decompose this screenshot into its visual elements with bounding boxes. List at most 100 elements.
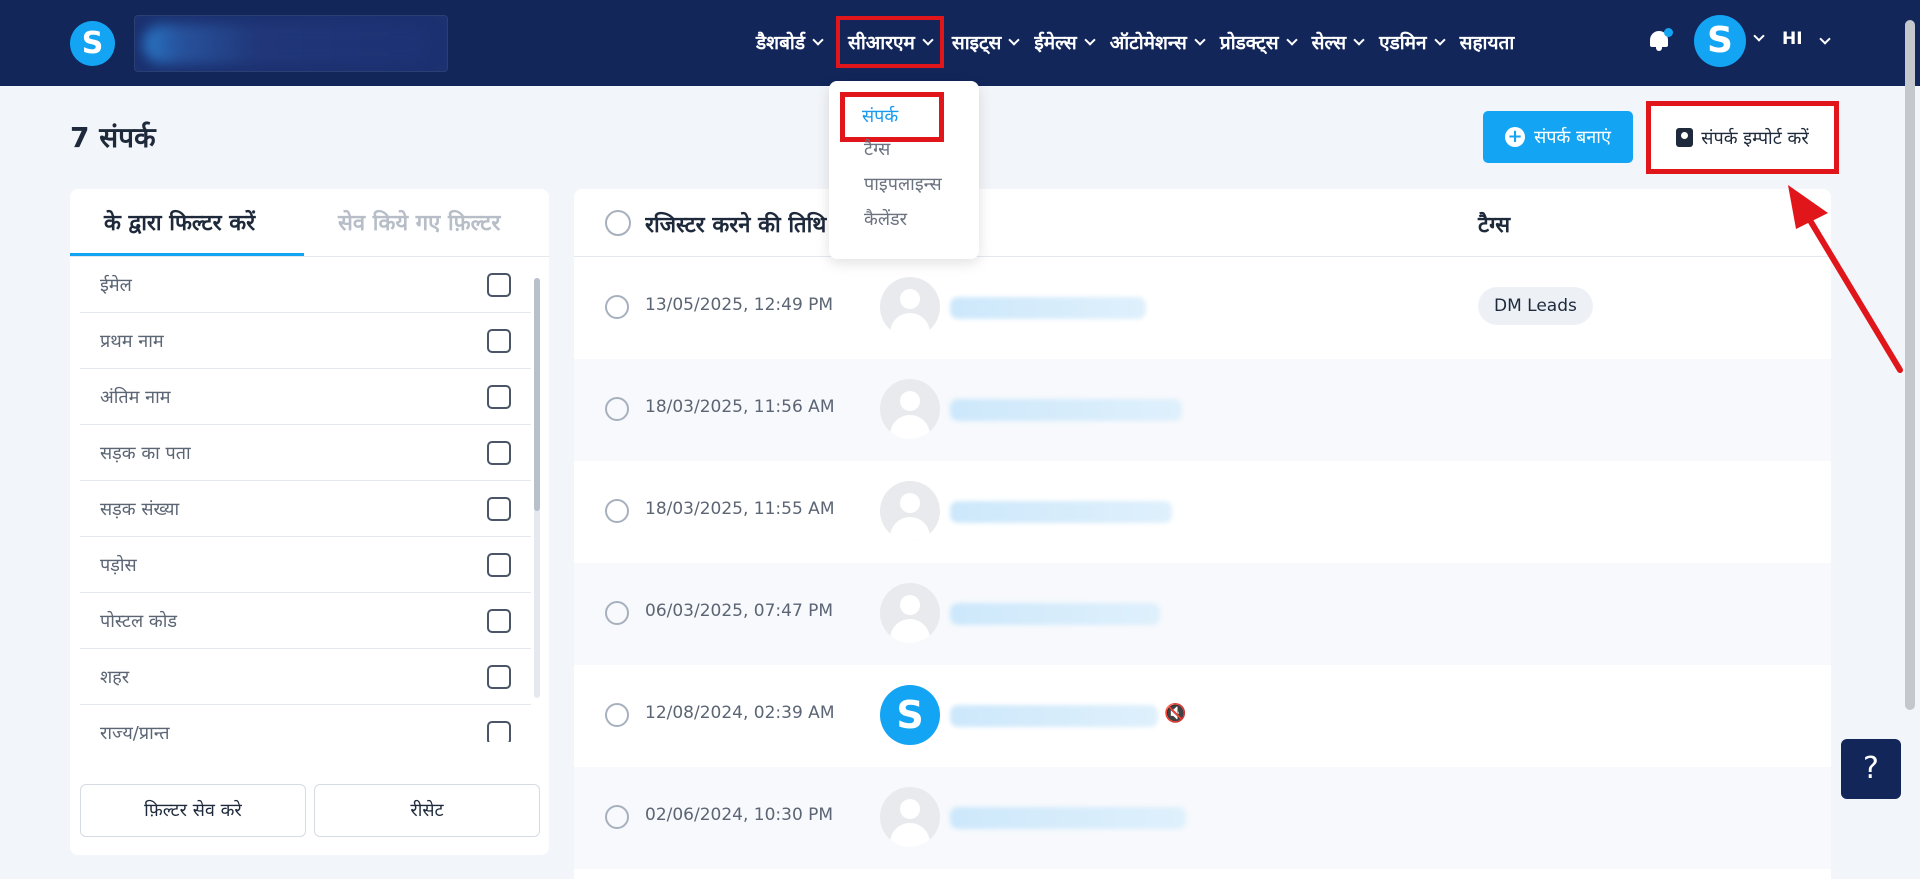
table-row[interactable]: 18/03/2025, 11:55 AM	[574, 461, 1831, 563]
chevron-down-icon	[812, 33, 824, 46]
filter-row[interactable]: राज्य/प्रान्त	[80, 705, 531, 742]
save-filter-button[interactable]: फ़िल्टर सेव करे	[80, 784, 306, 837]
avatar	[880, 277, 940, 337]
tag-badge: DM Leads	[1478, 287, 1593, 325]
chevron-down-icon	[1285, 33, 1298, 46]
menu-item-contacts[interactable]: संपर्क	[840, 92, 944, 142]
nav-admin[interactable]: एडमिन	[1371, 20, 1452, 64]
create-contact-button[interactable]: + संपर्क बनाएं	[1483, 111, 1633, 163]
menu-item-tags[interactable]: टैग्स	[864, 137, 890, 161]
page-title: 7 संपर्क	[70, 121, 156, 154]
checkbox[interactable]	[487, 273, 511, 297]
filter-row[interactable]: प्रथम नाम	[80, 313, 531, 369]
filter-row[interactable]: ईमेल	[80, 257, 531, 313]
active-tab-indicator	[70, 253, 304, 256]
avatar	[880, 787, 940, 847]
row-date: 13/05/2025, 12:49 PM	[645, 295, 834, 315]
chevron-down-icon	[922, 33, 934, 46]
nav-sales[interactable]: सेल्स	[1304, 20, 1372, 64]
row-select-radio[interactable]	[605, 601, 629, 625]
table-header: रजिस्टर करने की तिथि टैग्स	[574, 189, 1831, 257]
checkbox[interactable]	[487, 609, 511, 633]
annotation-arrow-icon	[1788, 185, 1903, 373]
nav-automations[interactable]: ऑटोमेशन्स	[1102, 20, 1212, 64]
row-date: 06/03/2025, 07:47 PM	[645, 601, 834, 621]
nav-help[interactable]: सहायता	[1452, 20, 1523, 64]
tab-filter-by[interactable]: के द्वारा फिल्टर करें	[104, 207, 255, 237]
row-select-radio[interactable]	[605, 499, 629, 523]
avatar: S	[880, 685, 940, 745]
filter-row[interactable]: सड़क संख्या	[80, 481, 531, 537]
help-button[interactable]: ?	[1841, 739, 1901, 799]
redacted-email[interactable]	[950, 399, 1182, 421]
import-contacts-highlight: संपर्क इम्पोर्ट करें	[1646, 101, 1839, 174]
checkbox[interactable]	[487, 721, 511, 742]
row-select-radio[interactable]	[605, 397, 629, 421]
filter-field-list: ईमेल प्रथम नाम अंतिम नाम सड़क का पता सड़…	[80, 257, 531, 742]
reset-button[interactable]: रीसेट	[314, 784, 540, 837]
nav-products[interactable]: प्रोडक्ट्स	[1212, 20, 1304, 64]
filter-panel: के द्वारा फिल्टर करें सेव किये गए फ़िल्ट…	[70, 189, 549, 855]
site-selector[interactable]	[134, 15, 448, 72]
checkbox[interactable]	[487, 497, 511, 521]
filter-row[interactable]: अंतिम नाम	[80, 369, 531, 425]
menu-item-calendar[interactable]: कैलेंडर	[864, 207, 907, 231]
filter-row[interactable]: पोस्टल कोड	[80, 593, 531, 649]
row-date: 12/08/2024, 02:39 AM	[645, 703, 835, 723]
redacted-email[interactable]	[950, 297, 1146, 319]
checkbox[interactable]	[487, 385, 511, 409]
avatar	[880, 481, 940, 541]
chevron-down-icon	[1194, 33, 1206, 46]
nav-crm[interactable]: सीआरएम	[836, 16, 944, 68]
crm-dropdown-menu: संपर्क टैग्स पाइपलाइन्स कैलेंडर	[829, 81, 979, 259]
tab-saved-filters[interactable]: सेव किये गए फ़िल्टर	[338, 207, 500, 237]
menu-item-pipelines[interactable]: पाइपलाइन्स	[864, 172, 942, 196]
muted-speaker-icon: 🔇	[1164, 703, 1187, 724]
row-date: 18/03/2025, 11:55 AM	[645, 499, 835, 519]
row-date: 18/03/2025, 11:56 AM	[645, 397, 835, 417]
contact-card-icon	[1676, 128, 1694, 147]
redacted-email[interactable]	[950, 501, 1172, 523]
table-row[interactable]: 13/05/2025, 12:49 PM DM Leads	[574, 257, 1831, 359]
bell-icon[interactable]	[1648, 28, 1673, 52]
checkbox[interactable]	[487, 553, 511, 577]
contacts-table: रजिस्टर करने की तिथि टैग्स 13/05/2025, 1…	[574, 189, 1831, 879]
chevron-down-icon	[1084, 33, 1096, 46]
nav-sites[interactable]: साइट्स	[944, 20, 1027, 64]
row-select-radio[interactable]	[605, 703, 629, 727]
redacted-email[interactable]	[950, 603, 1160, 625]
select-all-radio[interactable]	[605, 210, 631, 236]
notification-dot	[1664, 28, 1673, 37]
avatar	[880, 583, 940, 643]
table-row[interactable]: 06/03/2025, 07:47 PM	[574, 563, 1831, 665]
filter-tabs: के द्वारा फिल्टर करें सेव किये गए फ़िल्ट…	[70, 189, 549, 257]
redacted-email[interactable]	[950, 705, 1158, 727]
table-row[interactable]: 02/06/2024, 10:30 PM	[574, 767, 1831, 869]
column-registered-date[interactable]: रजिस्टर करने की तिथि	[645, 209, 830, 239]
main-nav: डैशबोर्ड सीआरएम साइट्स ईमेल्स ऑटोमेशन्स …	[748, 16, 1523, 68]
top-navbar: S डैशबोर्ड सीआरएम साइट्स ईमेल्स ऑटोमेशन्…	[0, 0, 1920, 86]
chevron-down-icon	[1353, 33, 1365, 46]
column-tags: टैग्स	[1478, 213, 1511, 238]
table-row[interactable]: 18/03/2025, 11:56 AM	[574, 359, 1831, 461]
checkbox[interactable]	[487, 665, 511, 689]
redacted-email[interactable]	[950, 807, 1186, 829]
user-avatar[interactable]: S	[1694, 15, 1746, 67]
table-row[interactable]: 12/08/2024, 02:39 AM S 🔇	[574, 665, 1831, 767]
checkbox[interactable]	[487, 329, 511, 353]
nav-emails[interactable]: ईमेल्स	[1026, 20, 1101, 64]
language-selector[interactable]: HI	[1782, 29, 1803, 49]
row-select-radio[interactable]	[605, 805, 629, 829]
checkbox[interactable]	[487, 441, 511, 465]
row-select-radio[interactable]	[605, 295, 629, 319]
chevron-down-icon[interactable]	[1753, 30, 1765, 42]
row-date: 02/06/2024, 10:30 PM	[645, 805, 834, 825]
import-contacts-button[interactable]: संपर्क इम्पोर्ट करें	[1656, 111, 1829, 164]
filter-row[interactable]: पड़ोस	[80, 537, 531, 593]
filter-row[interactable]: शहर	[80, 649, 531, 705]
filter-row[interactable]: सड़क का पता	[80, 425, 531, 481]
nav-dashboard[interactable]: डैशबोर्ड	[748, 20, 830, 64]
chevron-down-icon[interactable]	[1819, 33, 1831, 45]
filter-scrollbar-thumb[interactable]	[534, 278, 540, 511]
app-logo[interactable]: S	[70, 21, 115, 66]
